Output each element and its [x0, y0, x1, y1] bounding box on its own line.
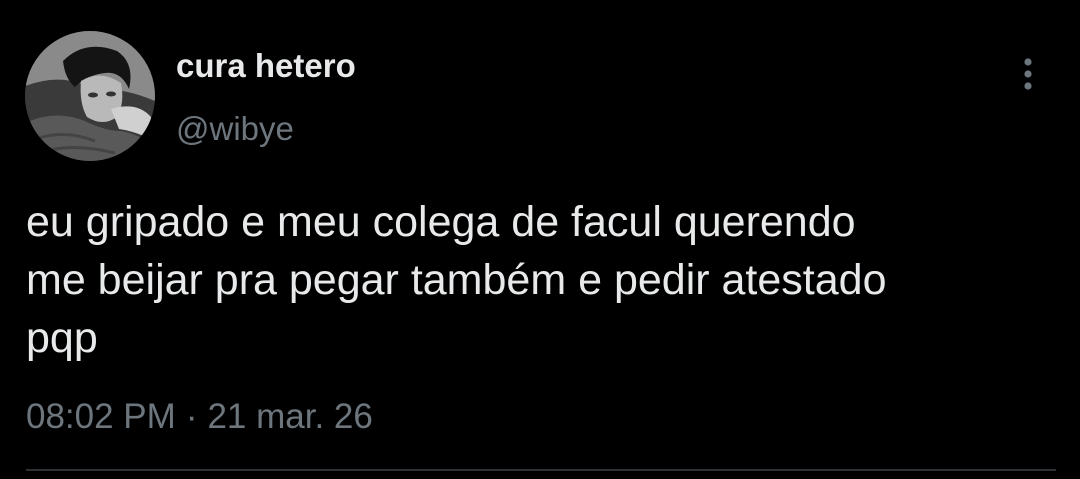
tweet-card: cura hetero @wibye eu gripado e meu cole… — [0, 0, 1080, 479]
tweet-text-line: pqp — [26, 314, 98, 362]
tweet-timestamp[interactable]: 08:02 PM · 21 mar. 26 — [26, 397, 373, 437]
avatar-photo — [25, 31, 155, 161]
meta-separator: · — [185, 397, 198, 436]
tweet-date: 21 mar. 26 — [207, 397, 373, 436]
tweet-text: eu gripado e meu colega de facul querend… — [26, 193, 1066, 367]
divider — [26, 469, 1056, 471]
display-name[interactable]: cura hetero — [176, 47, 356, 85]
tweet-text-line: eu gripado e meu colega de facul querend… — [26, 198, 856, 246]
tweet-time: 08:02 PM — [26, 397, 176, 436]
user-handle[interactable]: @wibye — [176, 110, 294, 148]
more-options-button[interactable] — [1010, 54, 1046, 94]
avatar[interactable] — [25, 31, 155, 161]
more-vertical-icon — [1024, 58, 1032, 90]
tweet-text-line: me beijar pra pegar também e pedir atest… — [26, 256, 887, 304]
